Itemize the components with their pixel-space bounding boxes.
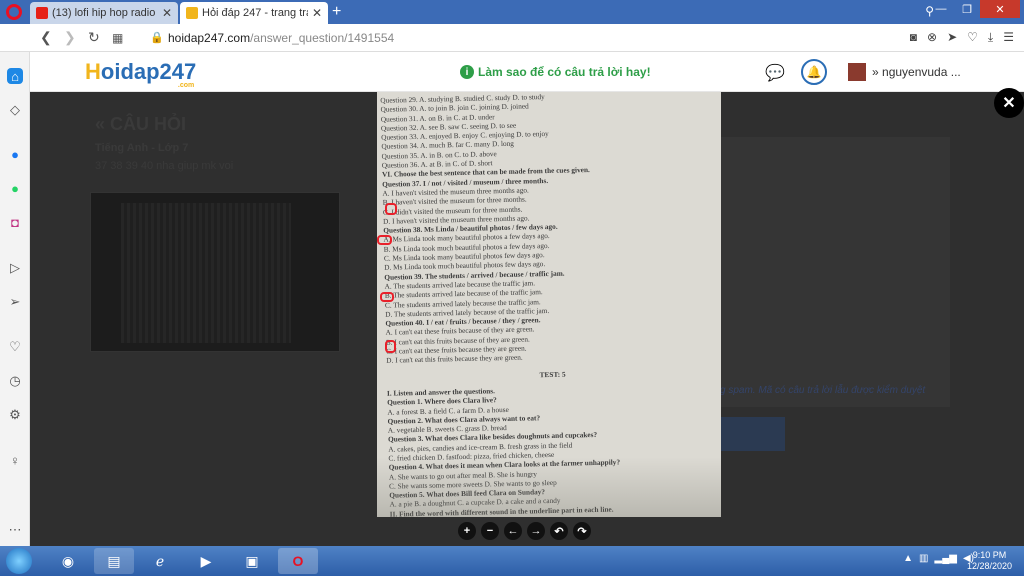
back-arrow-icon[interactable]: ❮ (40, 29, 52, 46)
avatar[interactable] (848, 63, 866, 81)
adblock-icon[interactable]: ⊗ (927, 30, 937, 45)
windows-taskbar: ◉ ▤ ℯ ▶ ▣ O ▲ ▥ ▂▄▆ ◀) 9:10 PM 12/28/202… (0, 546, 1024, 576)
url-host: hoidap247.com (168, 31, 251, 45)
more-icon[interactable]: ⋯ (7, 522, 23, 538)
whatsapp-icon[interactable]: ● (7, 180, 23, 196)
site-header: Hoidap247 .com i Làm sao để có câu trả lờ… (30, 52, 1024, 92)
heart-icon[interactable]: ♡ (967, 30, 978, 45)
photo-shadow (377, 457, 721, 517)
question-text: 37 38 39 40 nha giup mk voi (95, 160, 234, 172)
moderation-note: g spam. Mã có câu trả lời lẫu được kiểm … (720, 385, 926, 396)
site-logo[interactable]: Hoidap247 .com (85, 59, 197, 89)
heart-icon[interactable]: ♡ (7, 339, 23, 355)
url-field[interactable]: hoidap247.com/answer_question/1491554 (168, 31, 394, 45)
help-link[interactable]: i Làm sao để có câu trả lời hay! (460, 65, 651, 79)
zoom-out-button[interactable]: − (481, 522, 499, 540)
url-path: /answer_question/1491554 (250, 31, 395, 45)
home-icon[interactable]: ⌂ (7, 68, 23, 84)
file-explorer-icon[interactable]: ▤ (94, 548, 134, 574)
worksheet-lines: Question 29. A. studying B. studied C. s… (380, 92, 718, 365)
info-icon: i (460, 65, 474, 79)
next-button[interactable]: → (527, 522, 545, 540)
camera-icon[interactable]: ◙ (910, 30, 917, 45)
address-bar: ❮ ❯ ↻ ▦ 🔒 hoidap247.com/answer_question/… (0, 24, 1024, 52)
clock[interactable]: 9:10 PM 12/28/2020 (967, 550, 1012, 572)
media-player-icon[interactable]: ▶ (186, 548, 226, 574)
window-controls: — ❐ ✕ (928, 0, 1020, 18)
rotate-left-button[interactable]: ↶ (550, 522, 568, 540)
notification-bell-icon[interactable]: 🔔 (801, 59, 827, 85)
red-circle-mark (380, 292, 394, 302)
settings-icon[interactable]: ⚙ (7, 407, 23, 423)
address-bar-actions: ◙ ⊗ ➤ ♡ ⤓ ☰ (910, 30, 1014, 45)
image-toolbar: + − ← → ↶ ↷ (458, 522, 591, 540)
tips-icon[interactable]: ♀ (7, 452, 23, 468)
clock-time: 9:10 PM (972, 550, 1007, 560)
close-tab-icon[interactable]: ✕ (312, 6, 322, 20)
internet-explorer-icon[interactable]: ℯ (140, 548, 180, 574)
clock-date: 12/28/2020 (966, 561, 1012, 571)
username-label: nguyenvuda ... (882, 65, 961, 79)
rotate-right-button[interactable]: ↷ (573, 522, 591, 540)
hoidap-icon (186, 7, 198, 19)
logo-com: .com (177, 82, 195, 89)
help-link-label: Làm sao để có câu trả lời hay! (478, 65, 651, 79)
network-icon[interactable]: ▥ (919, 553, 928, 564)
browser-tab-bar: (13) lofi hip hop radio - bea ✕ Hỏi đáp … (0, 0, 1024, 24)
signal-icon[interactable]: ▂▄▆ (935, 553, 957, 564)
previous-button[interactable]: ← (504, 522, 522, 540)
opera-taskbar-icon[interactable]: O (278, 548, 318, 574)
maximize-button[interactable]: ❐ (954, 0, 980, 18)
close-tab-icon[interactable]: ✕ (162, 6, 172, 20)
lightbox-image: Question 29. A. studying B. studied C. s… (377, 92, 721, 517)
chat-icon[interactable]: 💬 (765, 63, 785, 83)
worksheet-photo: Question 29. A. studying B. studied C. s… (377, 92, 721, 517)
subject-label: Tiếng Anh - Lớp 7 (95, 142, 189, 154)
remote-app-icon[interactable]: ▣ (232, 548, 272, 574)
zoom-in-button[interactable]: + (458, 522, 476, 540)
red-circle-mark (385, 203, 397, 215)
opera-sidebar: ⌂ ◇ ● ● ◘ ▷ ➢ ♡ ◷ ⚙ ♀ ⋯ (0, 52, 30, 546)
logo-h: H (85, 59, 101, 84)
reload-icon[interactable]: ↻ (88, 29, 100, 46)
logo-text: oidap247 (100, 59, 197, 84)
answer-card (720, 137, 950, 407)
answer-button[interactable] (720, 417, 785, 451)
messenger-icon[interactable]: ● (7, 146, 23, 162)
tab-hoidap[interactable]: Hỏi đáp 247 - trang tra lời ✕ (180, 2, 328, 24)
lock-icon: 🔒 (150, 32, 164, 44)
minimize-button[interactable]: — (928, 0, 954, 18)
tab-title: Hỏi đáp 247 - trang tra lời (202, 7, 308, 19)
send-icon[interactable]: ➤ (947, 30, 957, 45)
tray-arrow-icon[interactable]: ▲ (903, 553, 913, 564)
speed-dial-icon[interactable]: ◇ (7, 102, 23, 118)
red-circle-mark (377, 235, 392, 245)
new-tab-button[interactable]: + (332, 3, 341, 21)
tab-lofi[interactable]: (13) lofi hip hop radio - bea ✕ (30, 2, 178, 24)
question-image-thumbnail[interactable] (90, 192, 340, 352)
download-icon[interactable]: ⤓ (988, 30, 993, 45)
red-circle-mark (385, 340, 396, 353)
opera-logo-icon[interactable] (6, 4, 22, 20)
system-tray: ▲ ▥ ▂▄▆ ◀) (903, 553, 974, 564)
start-button[interactable] (6, 548, 32, 574)
menu-icon[interactable]: ☰ (1003, 30, 1014, 45)
send-icon[interactable]: ➢ (7, 294, 23, 310)
history-icon[interactable]: ◷ (7, 373, 23, 389)
thumbnail-content (121, 203, 291, 343)
youtube-icon (36, 7, 48, 19)
forward-arrow-icon[interactable]: ❯ (64, 29, 76, 46)
search-app-icon[interactable]: ◉ (48, 548, 88, 574)
window-close-button[interactable]: ✕ (980, 0, 1020, 18)
player-icon[interactable]: ▷ (7, 260, 23, 276)
test-title: TEST: 5 (539, 369, 566, 379)
speed-dial-icon[interactable]: ▦ (112, 31, 123, 45)
close-lightbox-button[interactable]: ✕ (994, 88, 1024, 118)
tab-title: (13) lofi hip hop radio - bea (52, 7, 158, 19)
page-title[interactable]: « CÂU HỎI (95, 114, 186, 135)
username[interactable]: » nguyenvuda ... (872, 65, 961, 79)
instagram-icon[interactable]: ◘ (7, 214, 23, 230)
